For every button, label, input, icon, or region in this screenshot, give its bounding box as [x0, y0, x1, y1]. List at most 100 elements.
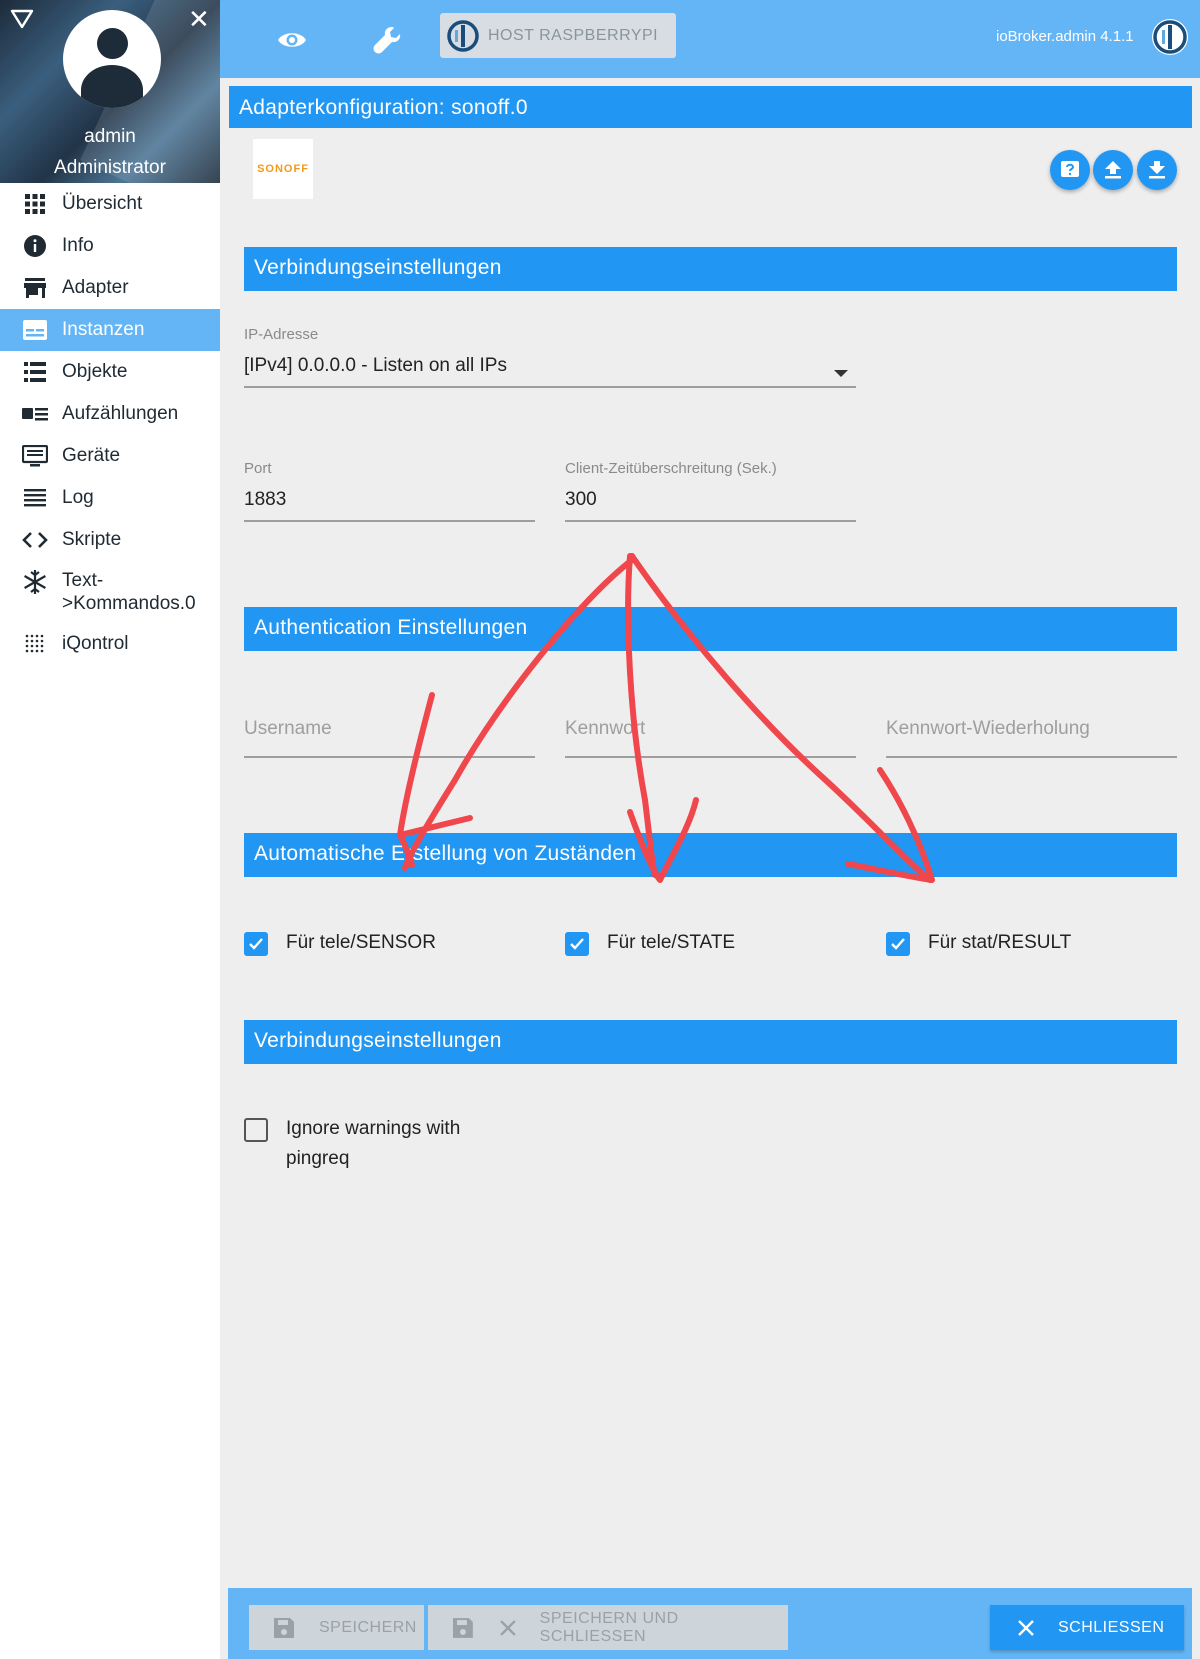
sidebar-item-instanzen[interactable]: Instanzen	[0, 309, 220, 351]
snowflake-icon	[22, 569, 48, 595]
checkbox-stat-result[interactable]: Für stat/RESULT	[886, 931, 1071, 958]
port-value: 1883	[244, 489, 287, 510]
store-icon	[22, 275, 48, 301]
check-icon	[244, 932, 268, 956]
checkbox-label: Für tele/STATE	[607, 932, 736, 953]
help-icon	[1061, 161, 1079, 177]
save-label: SPEICHERN	[319, 1618, 417, 1636]
sidebar-item-aufzaehlungen[interactable]: Aufzählungen	[0, 393, 220, 435]
checkbox-ignore-pingreq[interactable]: Ignore warnings with pingreq	[244, 1117, 460, 1174]
sidebar: ✕ admin Administrator Übersicht Info Ada…	[0, 0, 220, 1659]
password-repeat-field[interactable]: Kennwort-Wiederholung	[886, 718, 1177, 758]
wrench-icon[interactable]	[372, 24, 404, 56]
sidebar-item-label: iQontrol	[62, 633, 129, 654]
upload-button[interactable]	[1093, 150, 1133, 190]
help-button[interactable]	[1050, 150, 1090, 190]
sidebar-item-label: Log	[62, 487, 94, 508]
section-header-connection-2: Verbindungseinstellungen	[244, 1020, 1177, 1064]
sidebar-item-adapter[interactable]: Adapter	[0, 267, 220, 309]
close-button[interactable]: SCHLIESSEN	[990, 1605, 1184, 1650]
ip-address-value: [IPv4] 0.0.0.0 - Listen on all IPs	[244, 355, 507, 376]
sidebar-item-label: Übersicht	[62, 193, 143, 214]
sidebar-item-label: Adapter	[62, 277, 129, 298]
save-and-close-label: SPEICHERN UND SCHLIESSEN	[539, 1609, 679, 1645]
sidebar-item-label: Aufzählungen	[62, 403, 179, 424]
grid-icon	[22, 191, 48, 217]
save-icon	[274, 1617, 294, 1638]
page-title: Adapterkonfiguration: sonoff.0	[229, 86, 1192, 128]
version-label: ioBroker.admin 4.1.1	[996, 28, 1134, 45]
save-and-close-button[interactable]: SPEICHERN UND SCHLIESSEN	[428, 1605, 788, 1650]
check-icon	[565, 932, 589, 956]
eye-icon[interactable]	[276, 24, 308, 56]
instances-icon	[22, 317, 48, 343]
bottom-bar: SPEICHERN SPEICHERN UND SCHLIESSEN SCHLI…	[228, 1588, 1192, 1659]
client-timeout-label: Client-Zeitüberschreitung (Sek.)	[565, 460, 777, 477]
download-icon	[1149, 161, 1165, 179]
host-label: HOST RASPBERRYPI	[488, 26, 659, 44]
sidebar-item-label: Objekte	[62, 361, 128, 382]
checkbox-tele-state[interactable]: Für tele/STATE	[565, 931, 735, 958]
avatar	[63, 10, 161, 108]
password-repeat-placeholder: Kennwort-Wiederholung	[886, 718, 1090, 739]
sidebar-item-log[interactable]: Log	[0, 477, 220, 519]
sidebar-item-iqontrol[interactable]: iQontrol	[0, 623, 220, 665]
username-placeholder: Username	[244, 718, 332, 739]
host-selector-button[interactable]: HOST RASPBERRYPI	[440, 13, 676, 58]
sidebar-nav: Übersicht Info Adapter Instanzen Objekte	[0, 183, 220, 665]
sidebar-item-label: >Kommandos.0	[62, 593, 196, 614]
client-timeout-value: 300	[565, 489, 597, 510]
main-content: Adapterkonfiguration: sonoff.0 SONOFF Ve…	[228, 84, 1192, 1659]
checkbox-tele-sensor[interactable]: Für tele/SENSOR	[244, 931, 436, 958]
user-name: admin	[84, 126, 136, 147]
checkbox-label: pingreq	[286, 1148, 350, 1169]
sidebar-item-label: Text-	[62, 570, 104, 591]
sidebar-item-info[interactable]: Info	[0, 225, 220, 267]
sidebar-item-label: Info	[62, 235, 94, 256]
save-button[interactable]: SPEICHERN	[249, 1605, 424, 1650]
port-field[interactable]: Port 1883	[244, 460, 535, 522]
close-icon	[1018, 1619, 1034, 1636]
user-role: Administrator	[54, 157, 166, 178]
upload-icon	[1105, 161, 1121, 179]
sidebar-item-uebersicht[interactable]: Übersicht	[0, 183, 220, 225]
dropdown-arrow-icon	[834, 370, 848, 377]
enum-icon	[22, 401, 48, 427]
sidebar-item-skripte[interactable]: Skripte	[0, 519, 220, 561]
list-icon	[22, 359, 48, 385]
sidebar-item-objekte[interactable]: Objekte	[0, 351, 220, 393]
close-icon	[499, 1619, 516, 1636]
menu-toggle-icon[interactable]	[10, 8, 34, 30]
sidebar-item-text-kommandos[interactable]: Text- >Kommandos.0	[0, 561, 220, 623]
iobroker-logo-icon	[1152, 19, 1188, 55]
port-label: Port	[244, 460, 272, 477]
iobroker-logo-icon	[447, 19, 479, 52]
checkbox-empty-icon	[244, 1118, 268, 1142]
dots-grid-icon	[22, 631, 48, 657]
save-icon	[452, 1617, 473, 1638]
section-header-auto-states: Automatische Erstellung von Zuständen	[244, 833, 1177, 877]
sidebar-item-label: Instanzen	[62, 319, 145, 340]
username-field[interactable]: Username	[244, 718, 535, 758]
checkbox-label: Für tele/SENSOR	[286, 932, 436, 953]
ip-address-select[interactable]: IP-Adresse [IPv4] 0.0.0.0 - Listen on al…	[244, 326, 856, 388]
password-placeholder: Kennwort	[565, 718, 646, 739]
ip-address-label: IP-Adresse	[244, 326, 319, 343]
client-timeout-field[interactable]: Client-Zeitüberschreitung (Sek.) 300	[565, 460, 856, 522]
check-icon	[886, 932, 910, 956]
password-field[interactable]: Kennwort	[565, 718, 856, 758]
top-bar: HOST RASPBERRYPI ioBroker.admin 4.1.1	[220, 0, 1200, 78]
sidebar-item-label: Skripte	[62, 529, 122, 550]
sidebar-item-geraete[interactable]: Geräte	[0, 435, 220, 477]
section-header-connection: Verbindungseinstellungen	[244, 247, 1177, 291]
log-icon	[22, 485, 48, 511]
checkbox-label: Ignore warnings with	[286, 1118, 461, 1139]
sonoff-logo: SONOFF	[253, 139, 313, 199]
close-label: SCHLIESSEN	[1058, 1618, 1165, 1636]
sidebar-item-label: Geräte	[62, 445, 121, 466]
close-sidebar-icon[interactable]: ✕	[188, 6, 210, 32]
checkbox-label: Für stat/RESULT	[928, 932, 1072, 953]
section-header-auth: Authentication Einstellungen	[244, 607, 1177, 651]
download-button[interactable]	[1137, 150, 1177, 190]
profile-header: ✕ admin Administrator	[0, 0, 220, 183]
